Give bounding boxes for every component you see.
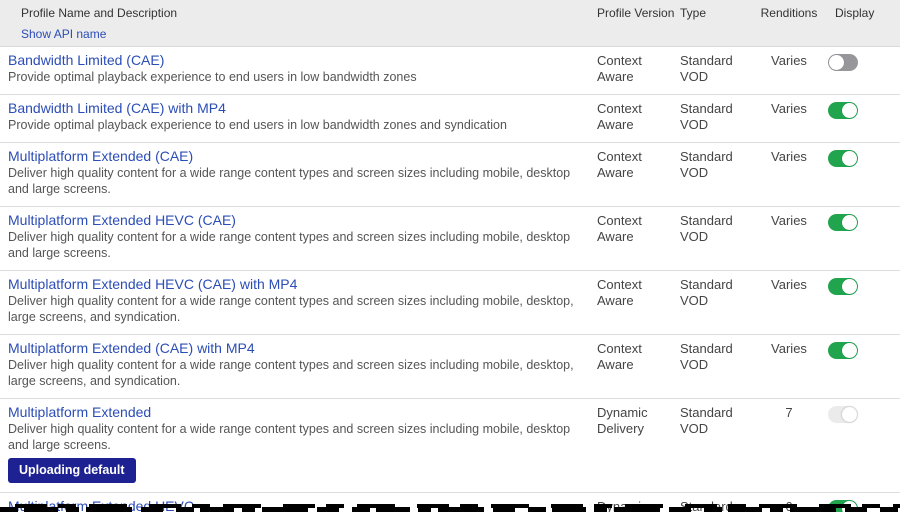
profile-description: Deliver high quality content for a wide … [8, 421, 585, 453]
profile-type: Standard VOD [680, 404, 758, 483]
col-header-renditions: Renditions [758, 3, 820, 45]
table-row: Multiplatform Extended Deliver high qual… [0, 399, 900, 493]
col-header-profile-name: Profile Name and Description [21, 6, 177, 20]
table-row: Multiplatform Extended (CAE) Deliver hig… [0, 143, 900, 207]
profile-description: Deliver high quality content for a wide … [8, 165, 585, 197]
col-header-type: Type [680, 3, 758, 45]
renditions-count: Varies [758, 276, 820, 325]
ingest-profiles-table: Profile Name and Description Show API na… [0, 0, 900, 512]
display-toggle[interactable] [828, 278, 858, 295]
profile-name-link[interactable]: Multiplatform Extended HEVC (CAE) with M… [8, 276, 585, 293]
profile-type: Standard VOD [680, 148, 758, 197]
profile-description: Deliver high quality content for a wide … [8, 357, 585, 389]
display-toggle[interactable] [828, 150, 858, 167]
display-toggle[interactable] [828, 342, 858, 359]
profile-version: Context Aware [590, 276, 680, 325]
profile-version: Context Aware [590, 52, 680, 85]
clipped-edge-artifact [0, 504, 900, 512]
profile-name-link[interactable]: Multiplatform Extended HEVC (CAE) [8, 212, 585, 229]
profile-name-link[interactable]: Multiplatform Extended [8, 404, 585, 421]
show-api-name-link[interactable]: Show API name [21, 24, 585, 45]
col-header-profile-version: Profile Version [590, 3, 680, 45]
profile-name-link[interactable]: Bandwidth Limited (CAE) [8, 52, 585, 69]
profile-type: Standard VOD [680, 52, 758, 85]
profile-description: Deliver high quality content for a wide … [8, 293, 585, 325]
profile-type: Standard VOD [680, 276, 758, 325]
profile-type: Standard VOD [680, 212, 758, 261]
profile-name-link[interactable]: Multiplatform Extended (CAE) [8, 148, 585, 165]
display-toggle[interactable] [828, 214, 858, 231]
table-row: Multiplatform Extended HEVC (CAE) with M… [0, 271, 900, 335]
renditions-count: Varies [758, 340, 820, 389]
profile-version: Context Aware [590, 212, 680, 261]
renditions-count: Varies [758, 148, 820, 197]
profile-version: Dynamic Delivery [590, 404, 680, 483]
profile-version: Context Aware [590, 340, 680, 389]
profile-version: Context Aware [590, 100, 680, 133]
table-row: Bandwidth Limited (CAE) with MP4 Provide… [0, 95, 900, 143]
display-toggle[interactable] [828, 102, 858, 119]
table-row: Multiplatform Extended HEVC (CAE) Delive… [0, 207, 900, 271]
renditions-count: Varies [758, 212, 820, 261]
renditions-count: 7 [758, 404, 820, 483]
profile-name-link[interactable]: Bandwidth Limited (CAE) with MP4 [8, 100, 585, 117]
renditions-count: Varies [758, 52, 820, 85]
profile-type: Standard VOD [680, 340, 758, 389]
profile-name-link[interactable]: Multiplatform Extended (CAE) with MP4 [8, 340, 585, 357]
display-toggle[interactable] [828, 54, 858, 71]
table-row: Multiplatform Extended (CAE) with MP4 De… [0, 335, 900, 399]
renditions-count: Varies [758, 100, 820, 133]
display-toggle[interactable] [828, 406, 858, 423]
profile-description: Provide optimal playback experience to e… [8, 69, 585, 85]
profile-description: Provide optimal playback experience to e… [8, 117, 585, 133]
table-header: Profile Name and Description Show API na… [0, 0, 900, 47]
profile-type: Standard VOD [680, 100, 758, 133]
col-header-display: Display [820, 3, 900, 45]
uploading-default-badge: Uploading default [8, 458, 136, 483]
profile-version: Context Aware [590, 148, 680, 197]
profile-description: Deliver high quality content for a wide … [8, 229, 585, 261]
table-row: Bandwidth Limited (CAE) Provide optimal … [0, 47, 900, 95]
